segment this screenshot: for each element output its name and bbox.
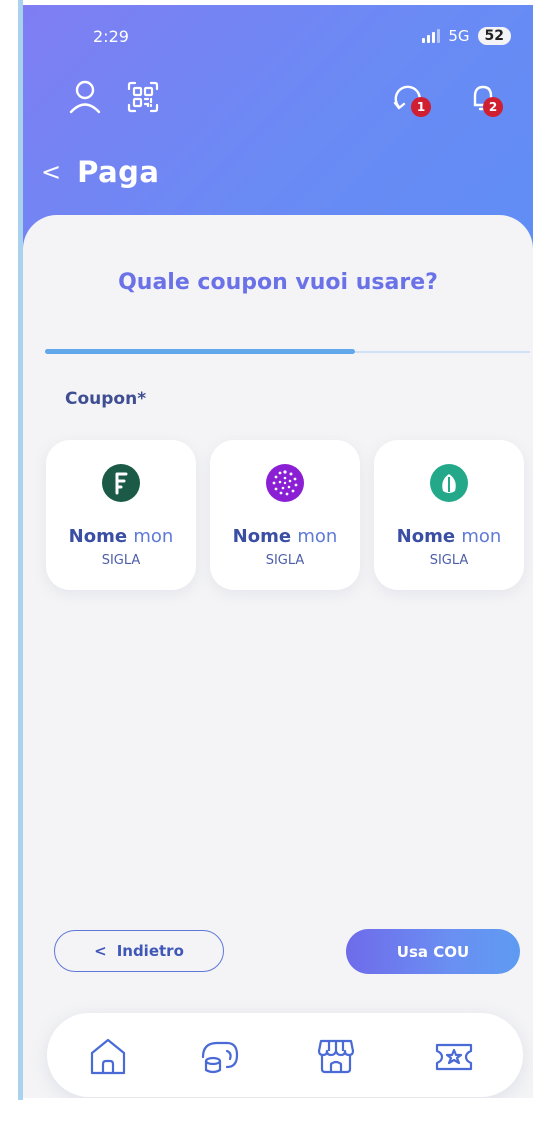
battery-level: 52: [477, 27, 511, 45]
notification-bell-icon[interactable]: 2: [463, 77, 503, 117]
leaf-coin-icon: [430, 464, 468, 502]
history-icon[interactable]: 1: [389, 77, 431, 117]
coupon-icon[interactable]: [431, 1033, 477, 1079]
profile-icon[interactable]: [65, 77, 105, 117]
qr-code-icon[interactable]: [123, 77, 163, 117]
coupon-sigla: SIGLA: [101, 553, 141, 568]
history-badge: 1: [411, 97, 431, 117]
step-question: Quale coupon vuoi usare?: [118, 270, 438, 295]
coupon-sigla: SIGLA: [265, 553, 305, 568]
coupon-name: Nome mon: [396, 526, 502, 547]
coupon-name: Nome mon: [68, 526, 174, 547]
back-button-label: Indietro: [116, 942, 184, 960]
signal-icon: [422, 29, 441, 43]
coupon-card[interactable]: Nome mon SIGLA: [210, 440, 360, 590]
use-coupon-button[interactable]: Usa COU: [346, 929, 520, 974]
coupon-sigla: SIGLA: [429, 553, 469, 568]
back-arrow-icon[interactable]: <: [41, 160, 61, 184]
screenshot-margin: [0, 0, 20, 1126]
status-indicators: 5G 52: [422, 27, 511, 45]
shop-icon[interactable]: [313, 1033, 359, 1079]
progress-fill: [45, 349, 356, 354]
status-time: 2:29: [93, 27, 129, 46]
coupon-name: Nome mon: [232, 526, 338, 547]
coupon-section-label: Coupon*: [65, 389, 147, 409]
phone-screen: 2:29 5G 52 1 2 < Paga Quale coupon vuoi …: [23, 5, 533, 1098]
notification-badge: 2: [483, 97, 503, 117]
page-title: Paga: [77, 155, 160, 189]
iota-coin-icon: [266, 464, 304, 502]
back-button[interactable]: < Indietro: [54, 930, 224, 972]
coupon-card[interactable]: Nome mon SIGLA: [46, 440, 196, 590]
wallet-icon[interactable]: [197, 1033, 243, 1079]
network-type: 5G: [448, 27, 470, 45]
home-icon[interactable]: [85, 1033, 131, 1079]
bottom-tab-bar: [47, 1013, 523, 1097]
coupon-card[interactable]: Nome mon SIGLA: [374, 440, 524, 590]
feather-coin-icon: [102, 464, 140, 502]
chevron-left-icon: <: [94, 942, 107, 960]
page-header: < Paga: [41, 155, 159, 189]
